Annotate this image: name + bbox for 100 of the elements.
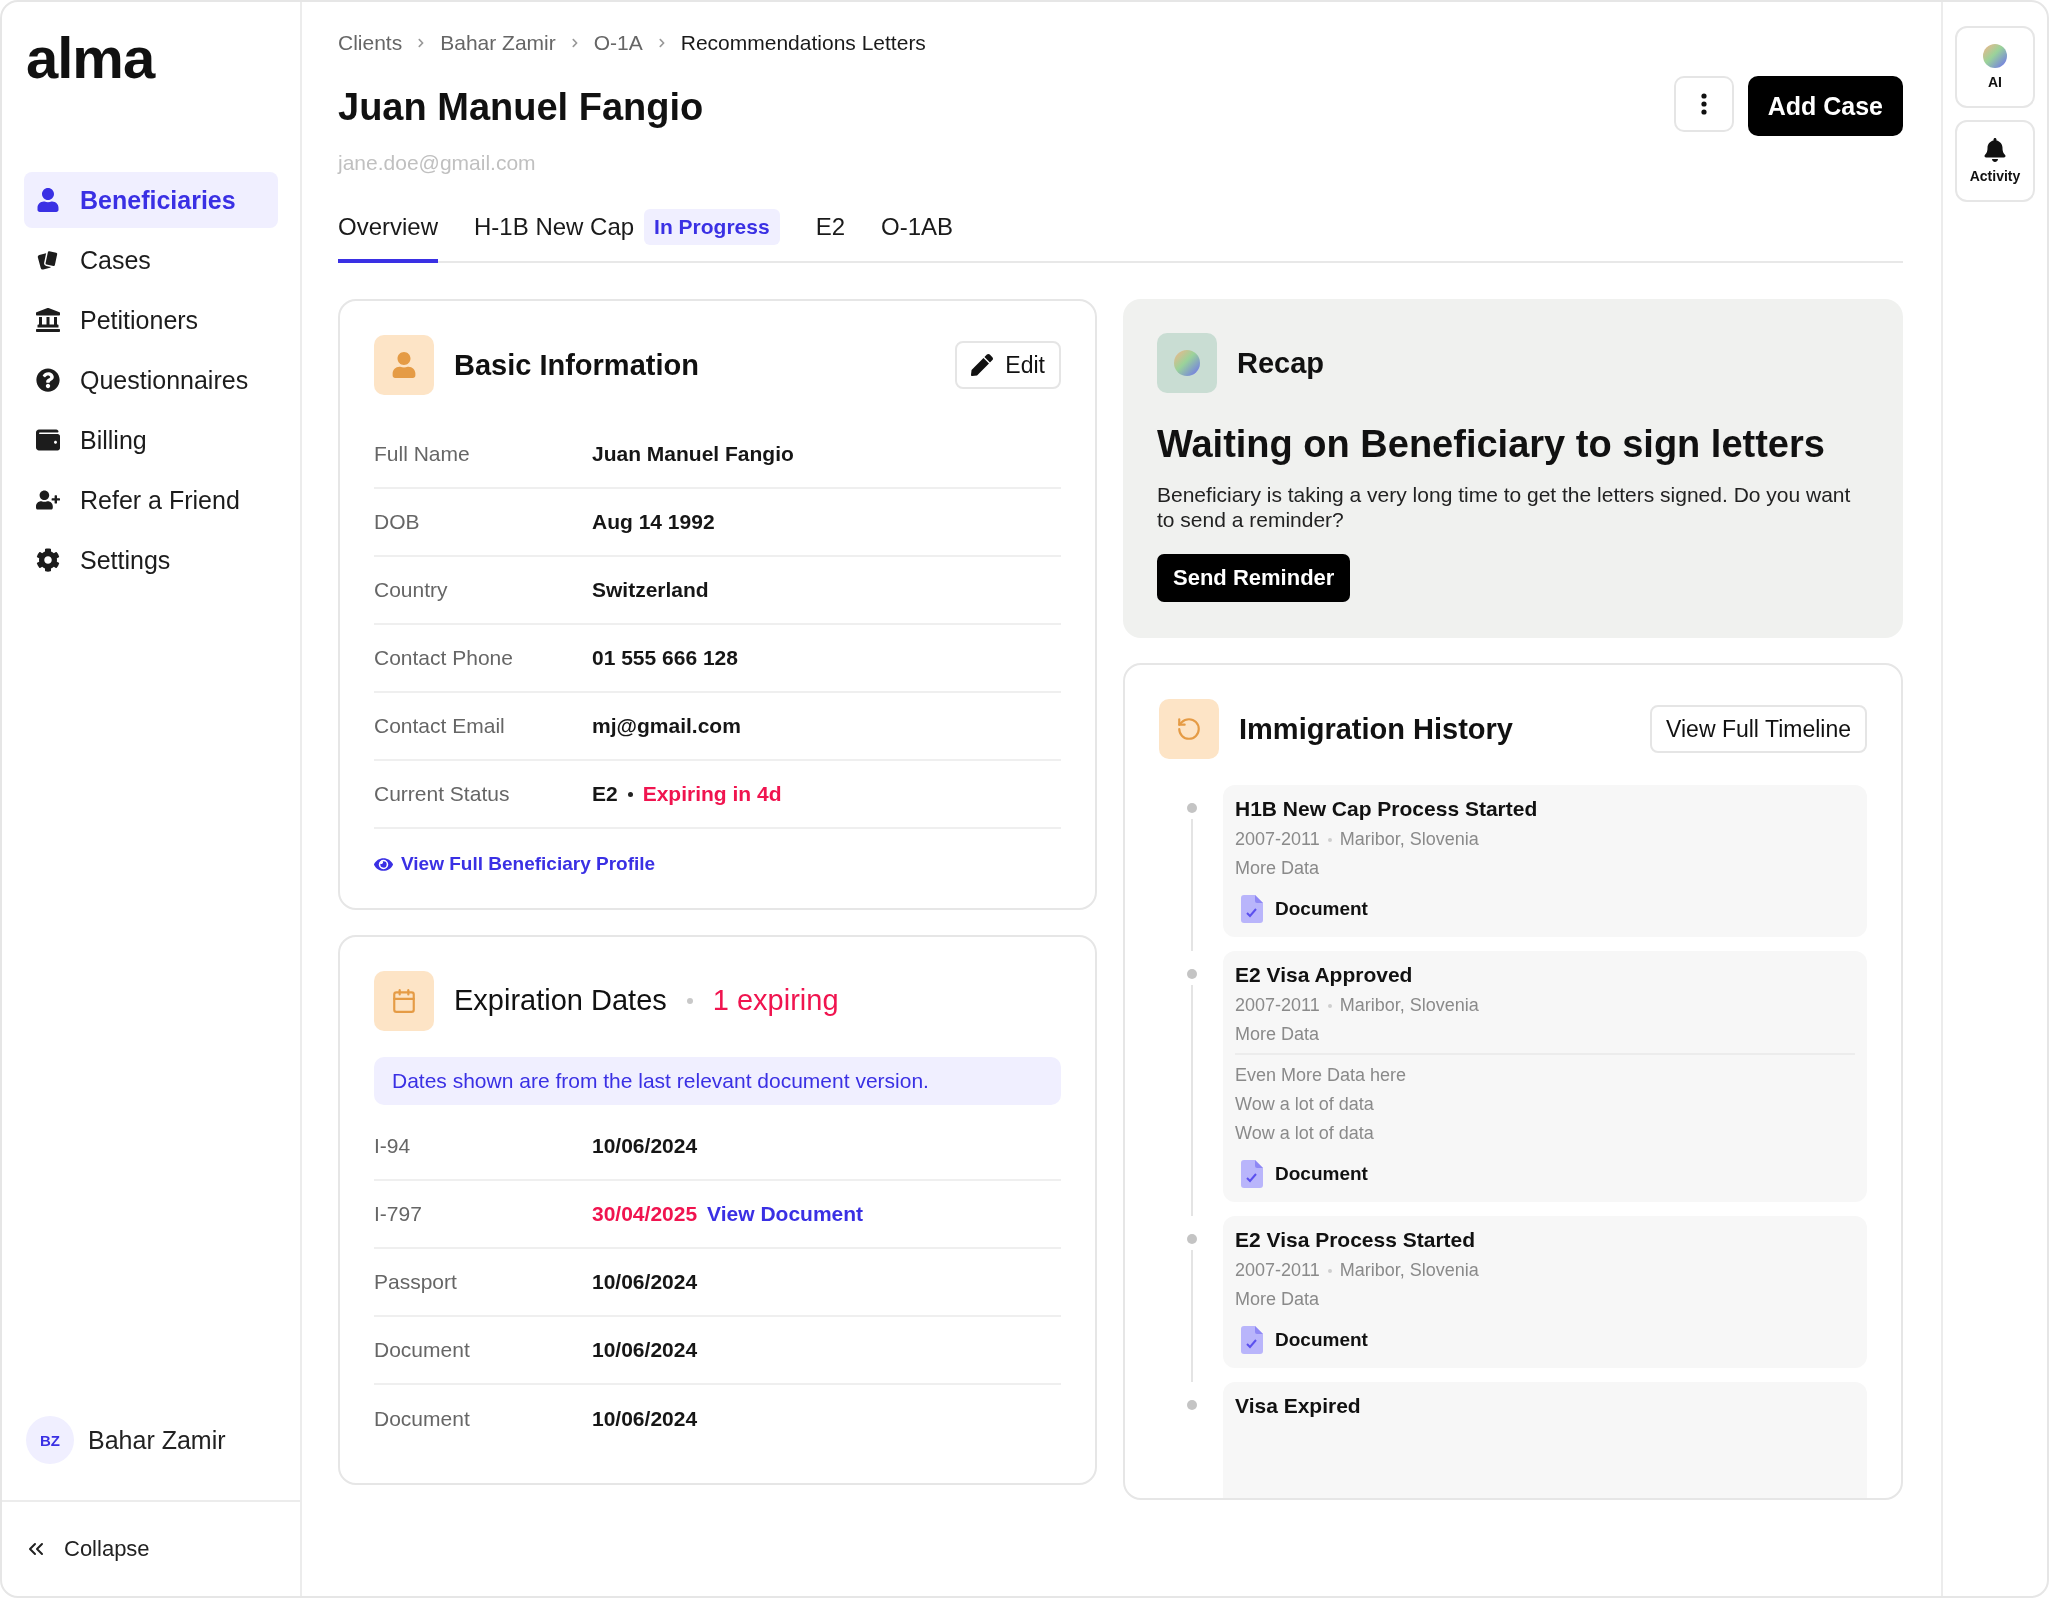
event-years: 2007-2011 xyxy=(1235,829,1320,851)
event-location: Maribor, Slovenia xyxy=(1339,829,1479,851)
user-icon xyxy=(391,352,417,378)
add-user-icon xyxy=(36,488,60,512)
rail-button[interactable]: Activity xyxy=(1955,120,2035,202)
breadcrumb-link[interactable]: Clients xyxy=(338,31,403,55)
chevron-icon xyxy=(569,38,580,48)
question-icon xyxy=(36,368,60,392)
document-label: Document xyxy=(374,1337,471,1362)
calendar-icon xyxy=(391,987,417,1014)
tab[interactable]: Overview xyxy=(338,203,439,263)
view-document-link[interactable]: View Document xyxy=(707,1201,864,1226)
tab[interactable]: O-1AB xyxy=(881,203,954,263)
event-detail: More Data xyxy=(1235,858,1321,880)
user-avatar: BZ xyxy=(26,1416,74,1464)
field-label: Contact Phone xyxy=(374,646,514,670)
page-title: Juan Manuel Fangio xyxy=(338,86,705,129)
sidebar-item[interactable]: Refer a Friend xyxy=(24,472,278,528)
field-value: Juan Manuel Fangio xyxy=(592,442,794,466)
wallet-icon xyxy=(36,428,60,452)
profile-link[interactable]: View Full Beneficiary Profile xyxy=(374,853,656,875)
document-icon xyxy=(1241,895,1263,924)
info-notice: Dates shown are from the last relevant document version. xyxy=(374,1056,1061,1105)
document-icon xyxy=(1241,1160,1263,1189)
card-title: Immigration History xyxy=(1239,712,1513,746)
view-timeline-button[interactable]: View Full Timeline xyxy=(1650,705,1867,754)
document-label: Document xyxy=(374,1406,471,1431)
add-case-button[interactable]: Add Case xyxy=(1747,76,1903,136)
expiration-date: 10/06/2024 xyxy=(592,1269,698,1294)
field-value: E2 xyxy=(592,782,618,806)
more-button[interactable] xyxy=(1673,76,1734,132)
separator-dot xyxy=(1327,837,1332,842)
send-reminder-button[interactable]: Send Reminder xyxy=(1157,554,1351,603)
event-detail: More Data xyxy=(1235,1024,1321,1046)
email-text: jane.doe@gmail.com xyxy=(338,151,537,175)
document-link[interactable]: Document xyxy=(1235,895,1855,924)
event-years: 2007-2011 xyxy=(1235,995,1320,1017)
event-location: Maribor, Slovenia xyxy=(1339,1260,1479,1282)
tab[interactable]: E2 xyxy=(815,203,845,263)
sidebar-item[interactable]: Billing xyxy=(24,412,278,468)
tab-label: H-1B New Cap xyxy=(474,213,635,241)
bank-icon xyxy=(36,308,60,332)
timeline-dot xyxy=(1187,803,1197,814)
event-detail: More Data xyxy=(1235,1289,1321,1311)
rail-button[interactable]: AI xyxy=(1955,26,2035,108)
expiration-date: 10/06/2024 xyxy=(592,1133,698,1158)
document-link[interactable]: Document xyxy=(1235,1160,1855,1189)
pencil-icon xyxy=(971,354,994,376)
event-title: E2 Visa Process Started xyxy=(1235,1228,1477,1253)
collapse-button[interactable]: Collapse xyxy=(2,1500,300,1596)
cards-icon xyxy=(36,248,60,272)
tab[interactable]: H-1B New Cap In Progress xyxy=(474,203,780,263)
breadcrumb-link[interactable]: Bahar Zamir xyxy=(440,31,556,55)
document-label: I-94 xyxy=(374,1133,412,1158)
field-value: Aug 14 1992 xyxy=(592,510,715,534)
card-title: Expiration Dates xyxy=(454,984,667,1017)
recap-text: Beneficiary is taking a very long time to get the letters signed. Do you want to send a reminder? xyxy=(1157,482,1852,533)
separator-dot xyxy=(1327,1268,1332,1273)
event-detail: Even More Data here xyxy=(1235,1065,1408,1087)
chevron-icon xyxy=(656,38,667,48)
history-icon xyxy=(1176,716,1202,743)
expiration-date: 30/04/2025 xyxy=(592,1201,698,1226)
breadcrumb-link[interactable]: Recommendations Letters xyxy=(680,31,926,55)
field-label: Country xyxy=(374,578,449,602)
sidebar-item[interactable]: Petitioners xyxy=(24,292,278,348)
card-title: Recap xyxy=(1237,346,1325,380)
field-value: 01 555 666 128 xyxy=(592,646,738,670)
event-title: E2 Visa Approved xyxy=(1235,963,1414,988)
document-icon xyxy=(1241,1326,1263,1355)
expiring-count: 1 expiring xyxy=(712,984,839,1017)
event-years: 2007-2011 xyxy=(1235,1260,1320,1282)
card-title: Basic Information xyxy=(454,348,699,382)
status-badge: In Progress xyxy=(644,209,780,245)
sidebar-item[interactable]: Beneficiaries xyxy=(24,172,278,228)
separator-dot xyxy=(686,997,693,1004)
sidebar-item[interactable]: Cases xyxy=(24,232,278,288)
field-value: mj@gmail.com xyxy=(592,714,741,738)
expiration-date: 10/06/2024 xyxy=(592,1337,698,1362)
document-label: Passport xyxy=(374,1269,458,1294)
field-label: Current Status xyxy=(374,782,511,806)
separator-dot xyxy=(627,791,633,797)
gradient-orb-icon xyxy=(1174,350,1200,376)
more-icon xyxy=(1700,93,1707,115)
event-detail: Wow a lot of data xyxy=(1235,1094,1375,1116)
recap-heading: Waiting on Beneficiary to sign letters xyxy=(1157,423,1826,466)
bell-icon xyxy=(1983,138,2007,162)
event-title: H1B New Cap Process Started xyxy=(1235,797,1539,822)
timeline-dot xyxy=(1187,1234,1197,1245)
document-link[interactable]: Document xyxy=(1235,1326,1855,1355)
field-value: Switzerland xyxy=(592,578,709,602)
timeline-dot xyxy=(1187,969,1197,980)
edit-button[interactable]: Edit xyxy=(955,341,1061,389)
sidebar-item[interactable]: Questionnaires xyxy=(24,352,278,408)
event-detail: Wow a lot of data xyxy=(1235,1123,1375,1145)
user-name: Bahar Zamir xyxy=(88,1425,226,1455)
event-title: Visa Expired xyxy=(1235,1394,1362,1419)
logo: alma xyxy=(25,24,157,92)
breadcrumb-link[interactable]: O-1A xyxy=(593,31,643,55)
sidebar-item[interactable]: Settings xyxy=(24,532,278,588)
event-location: Maribor, Slovenia xyxy=(1339,995,1479,1017)
